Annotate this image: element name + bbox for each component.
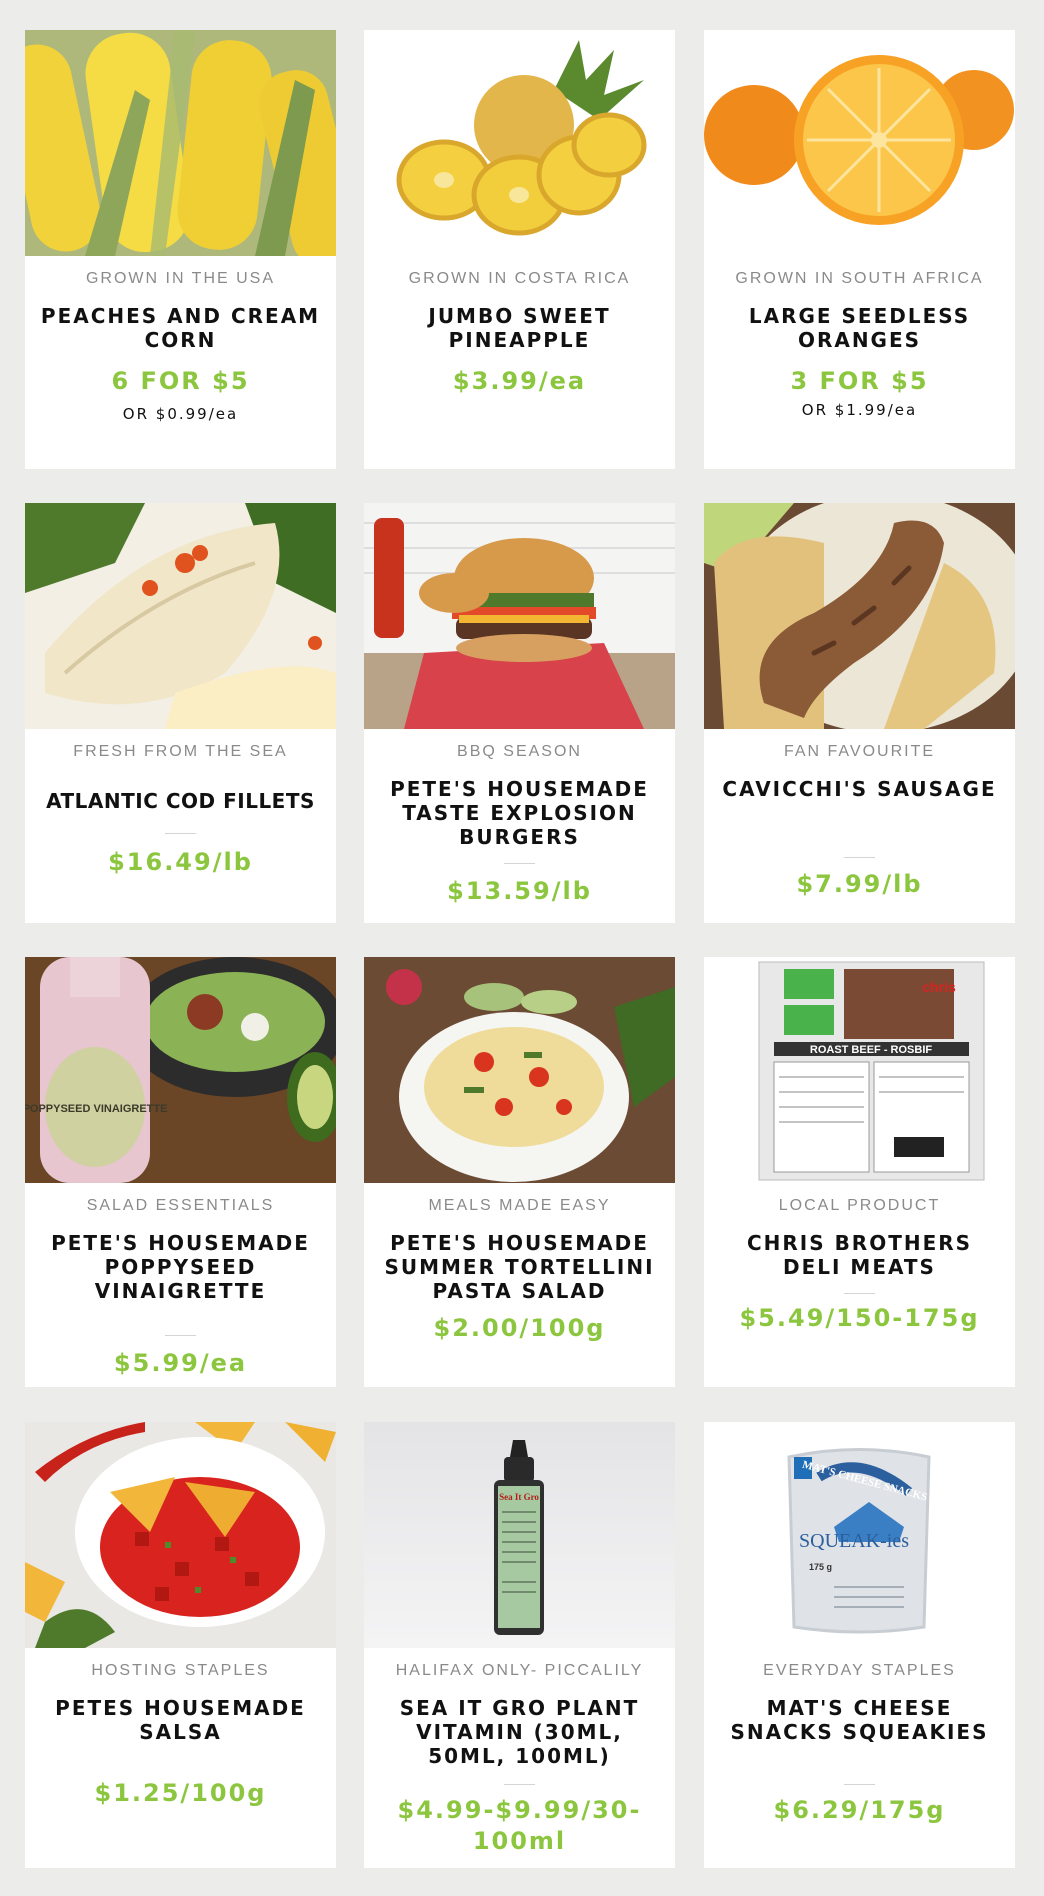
corn-photo[interactable] <box>25 30 336 256</box>
salsa-photo[interactable] <box>25 1422 336 1648</box>
product-card-plant-vitamin[interactable]: Sea It Gro HALIFAX ONLY- PICCALILY SEA I… <box>364 1422 675 1868</box>
pasta-salad-photo[interactable] <box>364 957 675 1183</box>
sausage-photo[interactable] <box>704 503 1015 729</box>
product-origin: HOSTING STAPLES <box>91 1662 270 1679</box>
product-price: $16.49/lb <box>108 848 253 876</box>
deli-meat-package-photo[interactable]: chris ROAST BEEF - ROSBIF <box>704 957 1015 1183</box>
product-title[interactable]: JUMBO SWEET PINEAPPLE <box>378 304 661 352</box>
product-price: $4.99-$9.99/30-100ml <box>397 1796 642 1855</box>
product-origin: HALIFAX ONLY- PICCALILY <box>395 1662 644 1679</box>
product-price: $3.99/ea <box>452 367 587 395</box>
product-origin: BBQ SEASON <box>457 743 582 760</box>
divider <box>844 857 875 858</box>
divider <box>844 1784 875 1785</box>
product-price: 6 FOR $5 <box>111 367 250 395</box>
product-card-pasta-salad[interactable]: MEALS MADE EASY PETE'S HOUSEMADE SUMMER … <box>364 957 675 1387</box>
product-price: $1.25/100g <box>94 1779 267 1807</box>
divider <box>504 863 535 864</box>
cheese-curds-bag-photo[interactable]: MAT'S CHEESE SNACKS SQUEAK-ies 175 g <box>704 1422 1015 1648</box>
pineapple-photo[interactable] <box>364 30 675 256</box>
cheese-product-text: SQUEAK-ies <box>799 1530 909 1552</box>
product-card-cod[interactable]: FRESH FROM THE SEA ATLANTIC COD FILLETS … <box>25 503 336 923</box>
product-card-sausage[interactable]: FAN FAVOURITE CAVICCHI'S SAUSAGE $7.99/l… <box>704 503 1015 923</box>
product-price: $5.49/150-175g <box>739 1304 980 1332</box>
burger-photo[interactable] <box>364 503 675 729</box>
product-card-vinaigrette[interactable]: POPPYSEED VINAIGRETTE SALAD ESSENTIALS P… <box>25 957 336 1387</box>
product-origin: LOCAL PRODUCT <box>778 1197 941 1214</box>
vinaigrette-label-text: POPPYSEED VINAIGRETTE <box>25 1103 167 1115</box>
product-price: $13.59/lb <box>447 877 592 905</box>
product-title[interactable]: MAT'S CHEESE SNACKS SQUEAKIES <box>718 1696 1001 1744</box>
divider <box>844 1293 875 1294</box>
product-card-oranges[interactable]: GROWN IN SOUTH AFRICA LARGE SEEDLESS ORA… <box>704 30 1015 469</box>
product-origin: GROWN IN SOUTH AFRICA <box>735 270 984 287</box>
product-origin: EVERYDAY STAPLES <box>763 1662 956 1679</box>
product-title[interactable]: PETE'S HOUSEMADE POPPYSEED VINAIGRETTE <box>39 1231 322 1303</box>
product-title[interactable]: PEACHES AND CREAM CORN <box>39 304 322 352</box>
plant-vitamin-bottle-photo[interactable]: Sea It Gro <box>364 1422 675 1648</box>
product-title[interactable]: ATLANTIC COD FILLETS <box>39 789 322 813</box>
divider <box>165 1335 196 1336</box>
cod-fillet-photo[interactable] <box>25 503 336 729</box>
product-card-salsa[interactable]: HOSTING STAPLES PETES HOUSEMADE SALSA $1… <box>25 1422 336 1868</box>
product-price-alt: OR $1.99/ea <box>801 401 918 419</box>
product-price: 3 FOR $5 <box>790 367 929 395</box>
product-card-burgers[interactable]: BBQ SEASON PETE'S HOUSEMADE TASTE EXPLOS… <box>364 503 675 923</box>
product-card-cheese-squeakies[interactable]: MAT'S CHEESE SNACKS SQUEAK-ies 175 g EVE… <box>704 1422 1015 1868</box>
product-card-corn[interactable]: GROWN IN THE USA PEACHES AND CREAM CORN … <box>25 30 336 469</box>
product-price: $5.99/ea <box>113 1349 248 1377</box>
product-title[interactable]: CHRIS BROTHERS DELI MEATS <box>718 1231 1001 1279</box>
product-origin: SALAD ESSENTIALS <box>86 1197 275 1214</box>
product-price: $6.29/175g <box>773 1796 946 1824</box>
divider <box>165 833 196 834</box>
oranges-photo[interactable] <box>704 30 1015 256</box>
product-price: $2.00/100g <box>433 1314 606 1342</box>
product-card-pineapple[interactable]: GROWN IN COSTA RICA JUMBO SWEET PINEAPPL… <box>364 30 675 469</box>
product-title[interactable]: PETE'S HOUSEMADE SUMMER TORTELLINI PASTA… <box>372 1231 667 1303</box>
product-title[interactable]: CAVICCHI'S SAUSAGE <box>718 777 1001 801</box>
deli-package-text: ROAST BEEF - ROSBIF <box>810 1044 933 1056</box>
product-title[interactable]: PETE'S HOUSEMADE TASTE EXPLOSION BURGERS <box>378 777 661 849</box>
product-card-deli-meats[interactable]: chris ROAST BEEF - ROSBIF LOCAL PRODUCT … <box>704 957 1015 1387</box>
product-origin: FRESH FROM THE SEA <box>73 743 288 760</box>
vinaigrette-photo[interactable]: POPPYSEED VINAIGRETTE <box>25 957 336 1183</box>
product-title[interactable]: LARGE SEEDLESS ORANGES <box>718 304 1001 352</box>
product-origin: FAN FAVOURITE <box>783 743 936 760</box>
deli-brand-text: chris <box>922 979 956 995</box>
product-origin: GROWN IN THE USA <box>85 270 276 287</box>
cheese-weight-text: 175 g <box>809 1562 832 1572</box>
product-price: $7.99/lb <box>796 870 923 898</box>
product-title[interactable]: SEA IT GRO PLANT VITAMIN (30ml, 50ml, 10… <box>376 1696 663 1768</box>
product-origin: GROWN IN COSTA RICA <box>408 270 631 287</box>
product-origin: MEALS MADE EASY <box>428 1197 611 1214</box>
divider <box>504 1784 535 1785</box>
vitamin-label-text: Sea It Gro <box>499 1492 539 1502</box>
product-title[interactable]: PETES HOUSEMADE SALSA <box>39 1696 322 1744</box>
product-price-alt: OR $0.99/ea <box>122 405 239 423</box>
